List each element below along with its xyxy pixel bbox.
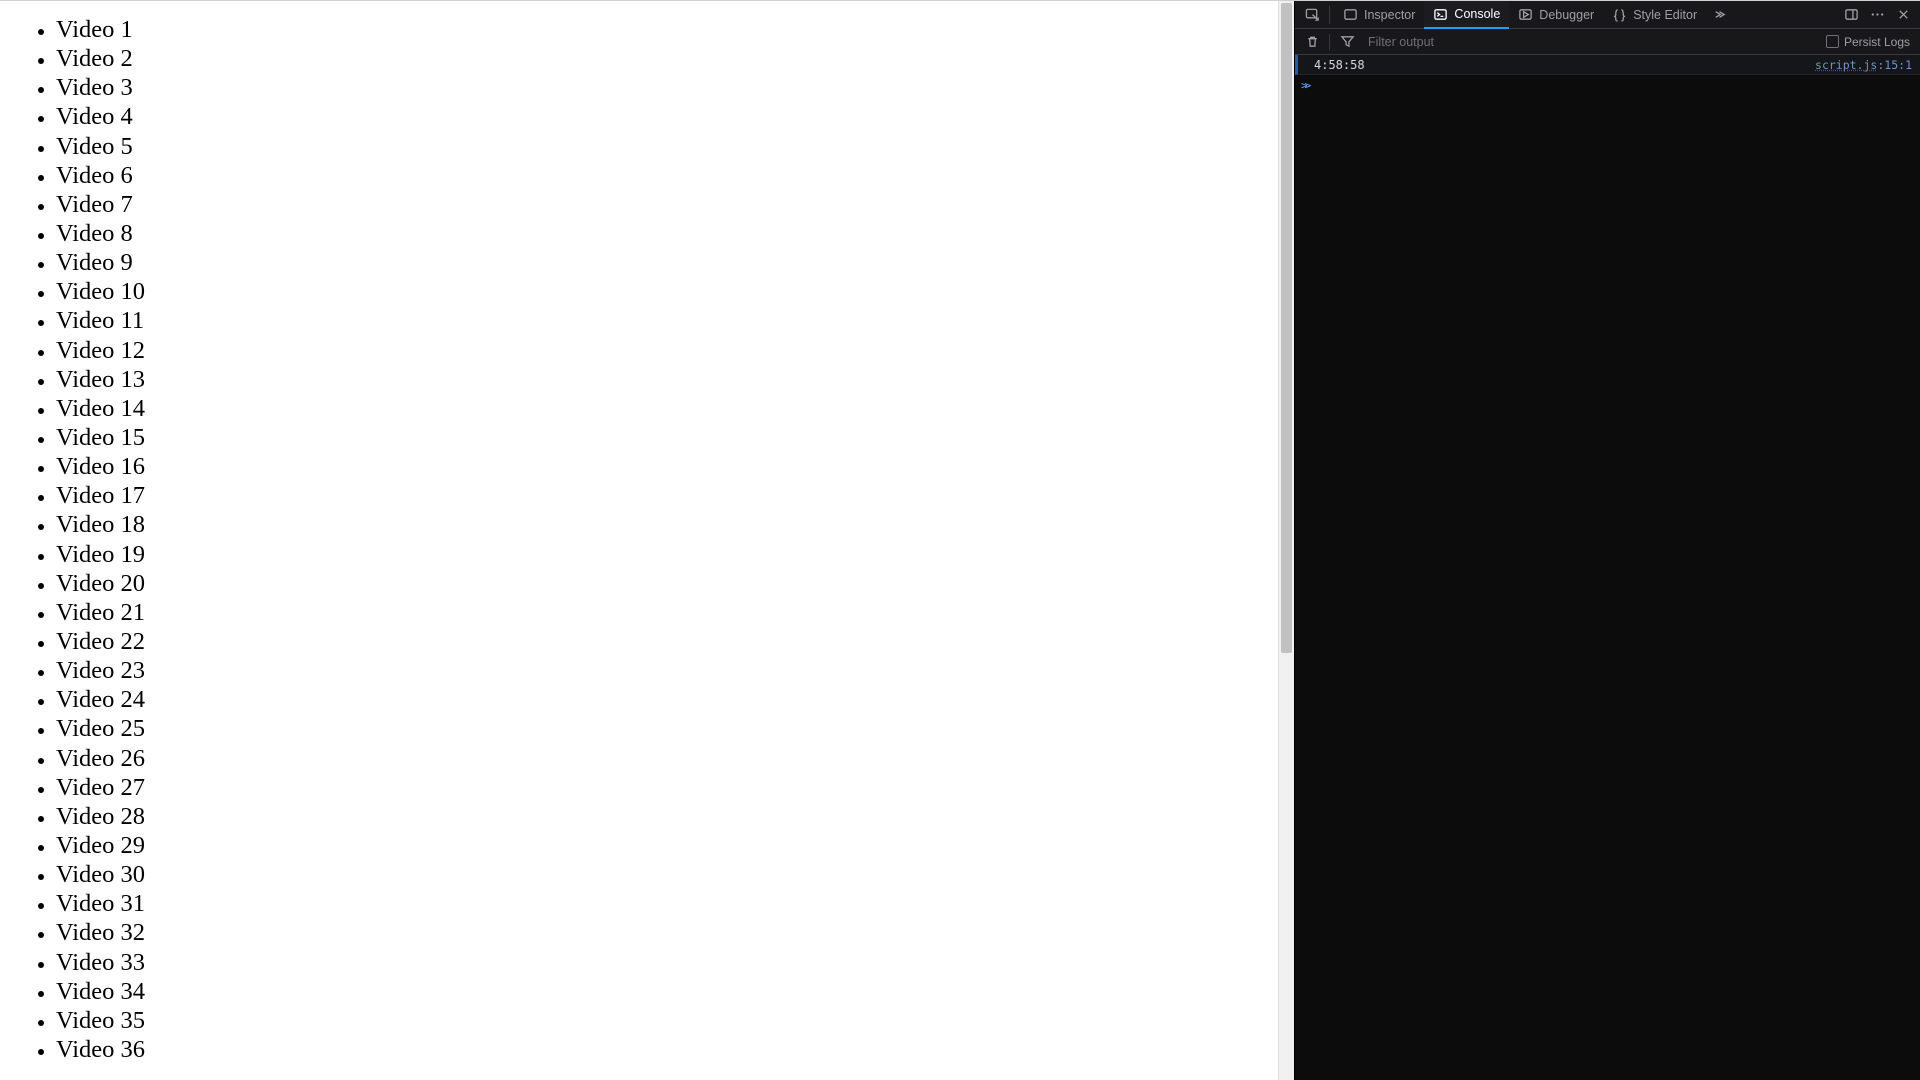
list-item: Video 36 (56, 1035, 1294, 1064)
video-list: Video 1Video 2Video 3Video 4Video 5Video… (56, 15, 1294, 1064)
console-log-row[interactable]: 4:58:58 script.js:15:1 (1295, 55, 1920, 75)
list-item: Video 26 (56, 744, 1294, 773)
devtools-toolbar: Inspector Console Debugger Style Editor (1295, 1, 1920, 29)
list-item: Video 30 (56, 860, 1294, 889)
list-item: Video 19 (56, 540, 1294, 569)
list-item: Video 16 (56, 452, 1294, 481)
console-log-source[interactable]: script.js:15:1 (1815, 58, 1912, 72)
list-item: Video 22 (56, 627, 1294, 656)
list-item: Video 31 (56, 889, 1294, 918)
tab-style-editor-label: Style Editor (1633, 8, 1697, 22)
list-item: Video 4 (56, 102, 1294, 131)
tab-console-label: Console (1454, 7, 1500, 21)
list-item: Video 7 (56, 190, 1294, 219)
list-item: Video 13 (56, 365, 1294, 394)
list-item: Video 33 (56, 948, 1294, 977)
checkbox-box (1826, 35, 1839, 48)
devtools-close-icon[interactable] (1890, 1, 1916, 29)
list-item: Video 32 (56, 918, 1294, 947)
list-item: Video 17 (56, 481, 1294, 510)
console-output[interactable]: 4:58:58 script.js:15:1 >> (1295, 55, 1920, 1080)
list-item: Video 1 (56, 15, 1294, 44)
devtools-menu-icon[interactable] (1864, 1, 1890, 29)
page-body: Video 1Video 2Video 3Video 4Video 5Video… (0, 1, 1294, 1080)
list-item: Video 10 (56, 277, 1294, 306)
list-item: Video 35 (56, 1006, 1294, 1035)
persist-logs-checkbox[interactable]: Persist Logs (1820, 35, 1916, 49)
list-item: Video 34 (56, 977, 1294, 1006)
list-item: Video 29 (56, 831, 1294, 860)
list-item: Video 20 (56, 569, 1294, 598)
list-item: Video 2 (56, 44, 1294, 73)
tab-inspector[interactable]: Inspector (1334, 1, 1424, 29)
list-item: Video 9 (56, 248, 1294, 277)
list-item: Video 3 (56, 73, 1294, 102)
dock-mode-icon[interactable] (1838, 1, 1864, 29)
tab-debugger[interactable]: Debugger (1509, 1, 1603, 29)
console-input-prompt[interactable]: >> (1295, 75, 1920, 95)
page-scrollbar[interactable] (1278, 1, 1294, 1080)
tab-console[interactable]: Console (1424, 1, 1509, 29)
tab-debugger-label: Debugger (1539, 8, 1594, 22)
list-item: Video 21 (56, 598, 1294, 627)
list-item: Video 23 (56, 656, 1294, 685)
console-filter-input[interactable] (1362, 35, 1818, 49)
clear-console-icon[interactable] (1299, 28, 1325, 56)
list-item: Video 27 (56, 773, 1294, 802)
list-item: Video 6 (56, 161, 1294, 190)
list-item: Video 12 (56, 336, 1294, 365)
pick-element-icon[interactable] (1299, 1, 1325, 29)
persist-logs-label: Persist Logs (1844, 35, 1910, 49)
list-item: Video 24 (56, 685, 1294, 714)
list-item: Video 8 (56, 219, 1294, 248)
list-item: Video 5 (56, 132, 1294, 161)
tabs-overflow-icon[interactable] (1706, 1, 1732, 29)
list-item: Video 25 (56, 714, 1294, 743)
list-item: Video 11 (56, 306, 1294, 335)
tab-style-editor[interactable]: Style Editor (1603, 1, 1706, 29)
filter-icon[interactable] (1334, 28, 1360, 56)
prompt-chevron-icon: >> (1301, 79, 1308, 92)
list-item: Video 18 (56, 510, 1294, 539)
console-log-message: 4:58:58 (1304, 58, 1815, 72)
list-item: Video 14 (56, 394, 1294, 423)
page-content-pane: Video 1Video 2Video 3Video 4Video 5Video… (0, 1, 1294, 1080)
console-filter-bar: Persist Logs (1295, 29, 1920, 55)
devtools-panel: Inspector Console Debugger Style Editor (1294, 1, 1920, 1080)
list-item: Video 28 (56, 802, 1294, 831)
page-scrollbar-thumb[interactable] (1281, 3, 1292, 653)
list-item: Video 15 (56, 423, 1294, 452)
tab-inspector-label: Inspector (1364, 8, 1415, 22)
